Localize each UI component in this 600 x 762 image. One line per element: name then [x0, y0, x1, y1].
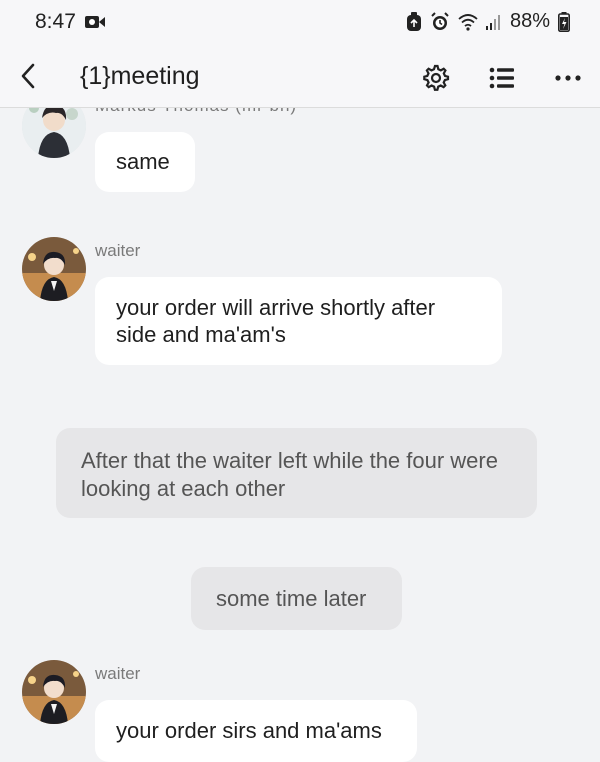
waiter-avatar-image: [22, 660, 86, 724]
list-icon: [489, 67, 514, 89]
message-text: same: [116, 149, 170, 174]
more-options-icon: [555, 75, 581, 81]
settings-gear-icon: [423, 64, 450, 91]
sender-name: waiter: [95, 241, 141, 260]
chat-area[interactable]: Markus Thomas (mr bh) same waiter your o: [0, 108, 600, 762]
avatar[interactable]: [22, 660, 86, 724]
video-record-icon: [85, 16, 105, 28]
character-avatar-image: [22, 108, 86, 158]
status-bar: 8:47 88%: [0, 0, 600, 44]
chat-header: {1}meeting: [0, 44, 600, 108]
sender-name: waiter: [95, 664, 141, 683]
message-bubble[interactable]: your order sirs and ma'ams: [95, 700, 417, 762]
settings-button[interactable]: [418, 60, 454, 96]
chat-title[interactable]: {1}meeting: [80, 62, 200, 91]
alarm-icon: [431, 11, 449, 30]
back-button[interactable]: [10, 58, 46, 94]
list-button[interactable]: [484, 60, 520, 96]
avatar[interactable]: [22, 108, 86, 158]
signal-icon: [485, 14, 500, 30]
status-icons: 88%: [406, 10, 570, 33]
narration-text: After that the waiter left while the fou…: [81, 448, 498, 501]
avatar[interactable]: [22, 237, 86, 301]
message-text: your order sirs and ma'ams: [116, 718, 382, 743]
battery-charging-icon: [558, 11, 570, 32]
narration-bubble[interactable]: some time later: [191, 567, 402, 630]
recycle-icon: [406, 11, 421, 31]
back-arrow-icon: [21, 63, 35, 89]
waiter-avatar-image: [22, 237, 86, 301]
message-bubble[interactable]: same: [95, 132, 195, 192]
more-options-button[interactable]: [550, 60, 586, 96]
wifi-icon: [458, 13, 478, 31]
sender-name: Markus Thomas (mr bh): [95, 108, 297, 116]
message-text: your order will arrive shortly after sid…: [116, 295, 436, 347]
message-bubble[interactable]: your order will arrive shortly after sid…: [95, 277, 502, 365]
status-time: 8:47: [35, 10, 76, 33]
narration-bubble[interactable]: After that the waiter left while the fou…: [56, 428, 537, 518]
battery-percent: 88%: [509, 10, 550, 32]
narration-text: some time later: [216, 586, 367, 611]
